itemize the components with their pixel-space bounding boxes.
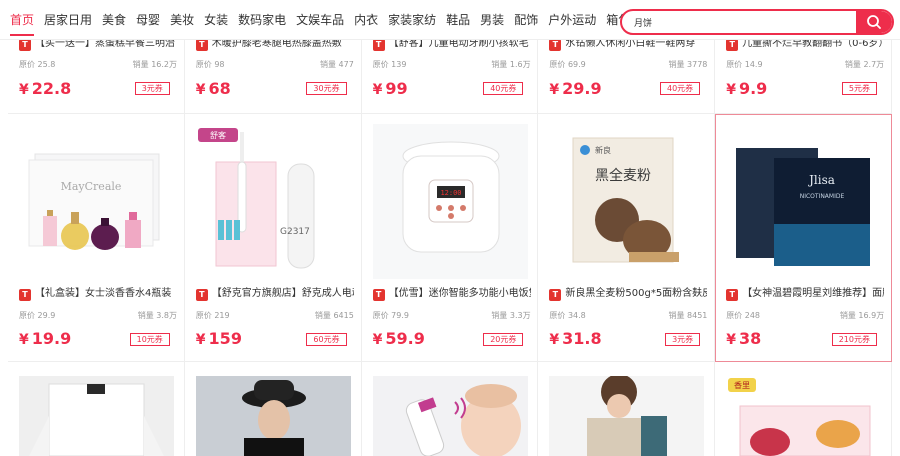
coupon-badge[interactable]: 40元券 bbox=[483, 82, 524, 95]
coupon-badge[interactable]: 10元券 bbox=[129, 333, 170, 346]
nav-item[interactable]: 美妆 bbox=[170, 13, 194, 36]
nav-item[interactable]: 配饰 bbox=[514, 13, 538, 36]
wholewheat-flour-image[interactable]: 新良 黑全麦粉 bbox=[549, 124, 705, 279]
svg-text:香里: 香里 bbox=[734, 380, 750, 390]
svg-text:舒客: 舒客 bbox=[210, 130, 226, 140]
search-icon bbox=[867, 15, 881, 29]
product-row: T 【买一送一】蒸蛋糕早餐三明治 原价 25.8 销量 16.2万 ¥22.8 3元… bbox=[8, 30, 892, 114]
svg-text:MayCreale: MayCreale bbox=[61, 180, 122, 193]
product-card[interactable]: T 儿童撕不烂早教翻翻书（0-6岁） 原价 14.9 销量 2.7万 ¥9.9 5元… bbox=[715, 30, 892, 114]
white-shirt-image[interactable] bbox=[19, 376, 174, 456]
tmall-badge-icon: T bbox=[549, 289, 562, 301]
product-price: ¥19.9 bbox=[19, 329, 72, 348]
nav-item[interactable]: 鞋品 bbox=[446, 13, 470, 36]
category-nav: 首页 居家日用 美食 母婴 美妆 女装 数码家电 文娱车品 内衣 家装家纺 鞋品 男装 配饰 户外运动 箱包 bbox=[10, 13, 640, 36]
tmall-badge-icon: T bbox=[195, 39, 208, 51]
tmall-badge-icon: T bbox=[19, 39, 31, 51]
svg-text:黑全麦粉: 黑全麦粉 bbox=[595, 167, 651, 184]
product-card[interactable]: MayCreale T 【礼盒装】女士淡香香水4瓶装 原价 29.9 销量 3.8万… bbox=[8, 114, 185, 362]
nav-item[interactable]: 男装 bbox=[480, 13, 504, 36]
svg-text:12:00: 12:00 bbox=[440, 189, 461, 197]
product-price: ¥99 bbox=[372, 79, 408, 98]
tmall-badge-icon: T bbox=[726, 39, 739, 51]
nav-item[interactable]: 户外运动 bbox=[548, 13, 596, 36]
coupon-badge[interactable]: 5元券 bbox=[841, 82, 877, 95]
product-price: ¥38 bbox=[726, 329, 762, 348]
search-button[interactable] bbox=[856, 11, 892, 33]
coupon-badge[interactable]: 210元券 bbox=[831, 333, 877, 346]
product-card[interactable]: 新良 黑全麦粉 T 新良黑全麦粉500g*5面粉含麸皮 原价 34.8 销量 845… bbox=[538, 114, 716, 362]
tmall-badge-icon: T bbox=[19, 289, 31, 301]
nav-item[interactable]: 数码家电 bbox=[238, 13, 286, 36]
baby-thermometer-image[interactable] bbox=[372, 376, 528, 456]
nav-item[interactable]: 居家日用 bbox=[44, 13, 92, 36]
rice-cooker-image[interactable]: 12:00 bbox=[372, 124, 528, 279]
coupon-badge[interactable]: 60元券 bbox=[306, 333, 347, 346]
product-card[interactable]: 香里 bbox=[715, 362, 892, 456]
product-price: ¥68 bbox=[195, 79, 231, 98]
product-title[interactable]: T 【优雪】迷你智能多功能小电饭煲 bbox=[372, 287, 531, 301]
coupon-badge[interactable]: 3元券 bbox=[665, 333, 701, 346]
product-card[interactable] bbox=[538, 362, 716, 456]
top-nav-bar: 首页 居家日用 美食 母婴 美妆 女装 数码家电 文娱车品 内衣 家装家纺 鞋品 男装 配饰 户外运动 箱包 bbox=[0, 0, 900, 40]
svg-text:新良: 新良 bbox=[595, 145, 611, 155]
nav-item[interactable]: 首页 bbox=[10, 13, 35, 36]
svg-text:G2317: G2317 bbox=[280, 227, 310, 237]
product-row: 香里 bbox=[8, 362, 892, 456]
nav-item[interactable]: 文娱车品 bbox=[296, 13, 344, 36]
product-price: ¥22.8 bbox=[19, 79, 72, 98]
tmall-badge-icon: T bbox=[726, 289, 739, 301]
svg-text:NICOTINAMIDE: NICOTINAMIDE bbox=[800, 193, 845, 200]
product-card[interactable] bbox=[361, 362, 539, 456]
product-card[interactable]: 舒客 G2317 T【舒克官方旗舰店】舒克成人电动牙刷 原价 219销量 641… bbox=[184, 114, 362, 362]
product-card[interactable]: 12:00 T 【优雪】迷你智能多功能小电饭煲 原价 79.9 销量 3.3万 ¥5… bbox=[361, 114, 539, 362]
snack-gift-box-image[interactable]: 香里 bbox=[726, 376, 882, 456]
product-price: ¥31.8 bbox=[549, 329, 602, 348]
coupon-badge[interactable]: 30元券 bbox=[306, 82, 347, 95]
product-title[interactable]: T 新良黑全麦粉500g*5面粉含麸皮 bbox=[549, 287, 707, 301]
tmall-badge-icon: T bbox=[372, 39, 385, 51]
search-box bbox=[620, 9, 894, 35]
nav-item[interactable]: 女装 bbox=[204, 13, 228, 36]
product-card[interactable]: T 木暖护膝老寒腿电热膝盖热敷 原价 98 销量 477 ¥68 30元券 bbox=[184, 30, 362, 114]
product-card[interactable]: T 【买一送一】蒸蛋糕早餐三明治 原价 25.8 销量 16.2万 ¥22.8 3元… bbox=[8, 30, 185, 114]
search-input[interactable] bbox=[634, 11, 849, 33]
nav-item[interactable]: 美食 bbox=[102, 13, 126, 36]
bucket-hat-man-image[interactable] bbox=[195, 376, 351, 456]
coupon-badge[interactable]: 20元券 bbox=[483, 333, 524, 346]
product-price: ¥9.9 bbox=[726, 79, 768, 98]
product-card[interactable] bbox=[184, 362, 362, 456]
nav-item[interactable]: 母婴 bbox=[136, 13, 160, 36]
electric-toothbrush-image[interactable]: 舒客 G2317 bbox=[195, 124, 351, 279]
product-title[interactable]: T 【女神温碧霞明星刘维推荐】面膜 bbox=[726, 287, 884, 301]
tmall-badge-icon: T bbox=[195, 289, 208, 301]
product-title[interactable]: T【舒克官方旗舰店】舒克成人电动牙刷 bbox=[195, 287, 354, 301]
coupon-badge[interactable]: 3元券 bbox=[134, 82, 170, 95]
tmall-badge-icon: T bbox=[549, 39, 562, 51]
face-mask-image[interactable]: Jlisa NICOTINAMIDE bbox=[726, 124, 882, 279]
product-card[interactable]: T 【舒客】儿童电动牙刷小孩软毛 原价 139 销量 1.6万 ¥99 40元券 bbox=[361, 30, 539, 114]
product-price: ¥159 bbox=[195, 329, 242, 348]
perfume-gift-box-image[interactable]: MayCreale bbox=[19, 124, 174, 279]
product-card[interactable] bbox=[8, 362, 185, 456]
product-price: ¥29.9 bbox=[549, 79, 602, 98]
product-row: MayCreale T 【礼盒装】女士淡香香水4瓶装 原价 29.9 销量 3.8万… bbox=[8, 114, 892, 362]
knit-cardigan-image[interactable] bbox=[549, 376, 705, 456]
product-price: ¥59.9 bbox=[372, 329, 425, 348]
product-card[interactable]: T 水钻懒人休闲小白鞋一鞋两穿 原价 69.9 销量 3778 ¥29.9 40元券 bbox=[538, 30, 716, 114]
coupon-badge[interactable]: 40元券 bbox=[660, 82, 701, 95]
svg-text:Jlisa: Jlisa bbox=[807, 173, 835, 187]
product-title[interactable]: T 【礼盒装】女士淡香香水4瓶装 bbox=[19, 287, 177, 301]
nav-item[interactable]: 内衣 bbox=[354, 13, 378, 36]
tmall-badge-icon: T bbox=[372, 289, 385, 301]
nav-item[interactable]: 家装家纺 bbox=[388, 13, 436, 36]
product-card[interactable]: Jlisa NICOTINAMIDE T 【女神温碧霞明星刘维推荐】面膜 原价 2… bbox=[715, 114, 892, 362]
